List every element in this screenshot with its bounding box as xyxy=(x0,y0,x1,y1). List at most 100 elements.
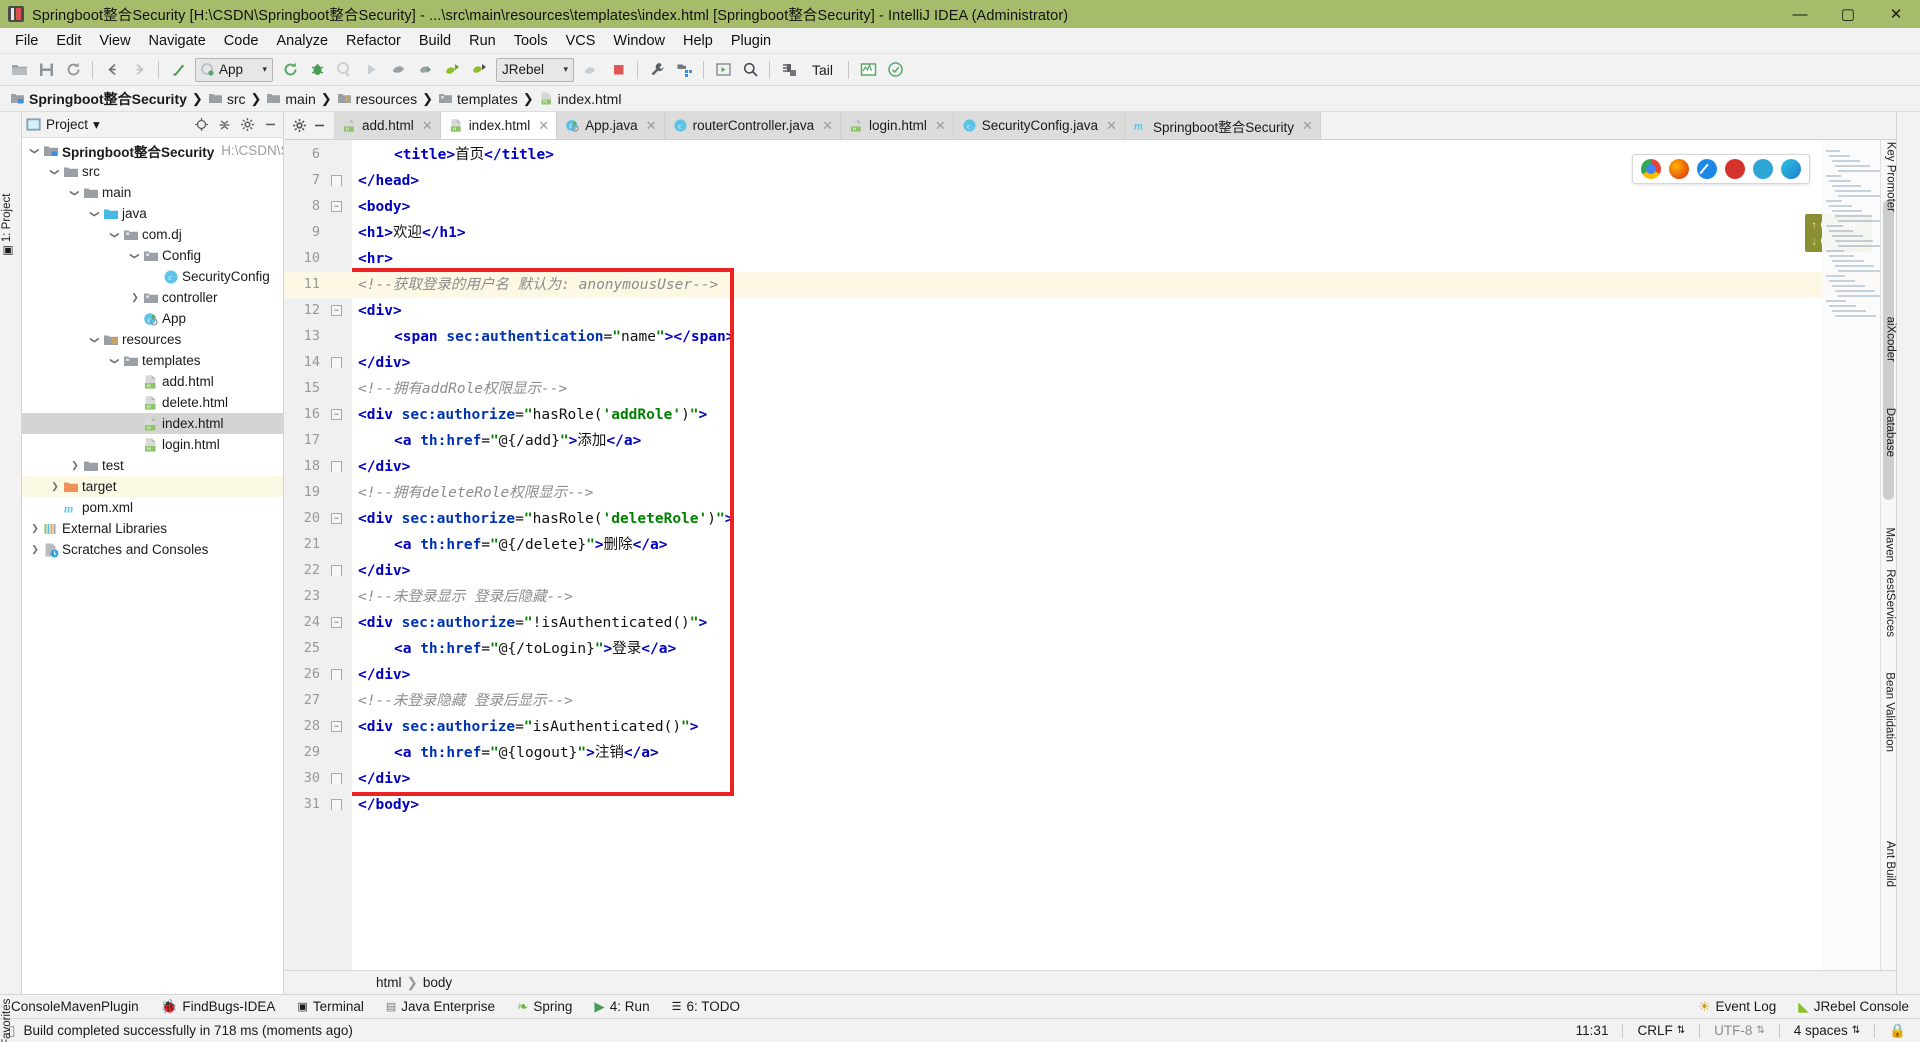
tree-node-controller[interactable]: ❯ controller xyxy=(22,287,283,308)
menu-file[interactable]: File xyxy=(6,31,47,51)
close-icon[interactable]: ✕ xyxy=(646,118,657,134)
code-line[interactable]: <title>首页</title> xyxy=(352,142,554,168)
close-icon[interactable]: ✕ xyxy=(538,118,549,134)
tree-node-springboot-security[interactable]: ❯ Springboot整合Security H:\CSDN\Sp xyxy=(22,140,284,161)
chevron-down-icon[interactable]: ❯ xyxy=(68,186,82,200)
code-line[interactable]: <div sec:authorize="hasRole('deleteRole'… xyxy=(352,506,733,532)
rail-item-ant-build[interactable]: Ant Build xyxy=(1884,841,1896,887)
jrebel-debug-icon[interactable] xyxy=(439,57,465,83)
collapse-all-icon[interactable] xyxy=(215,116,233,134)
open-folder-icon[interactable] xyxy=(6,57,32,83)
close-button[interactable]: ✕ xyxy=(1872,0,1920,28)
settings-wrench-icon[interactable] xyxy=(644,57,670,83)
code-line[interactable]: </div> xyxy=(352,766,410,792)
settings-gear-icon[interactable] xyxy=(238,116,256,134)
tree-node-com-dj[interactable]: ❯ com.dj xyxy=(22,224,283,245)
breadcrumb-item-templates[interactable]: templates xyxy=(436,90,520,108)
menu-vcs[interactable]: VCS xyxy=(557,31,605,51)
code-minimap[interactable] xyxy=(1822,140,1885,970)
tool-window-jrebel-console[interactable]: ◣ JRebel Console xyxy=(1795,998,1912,1016)
edge-icon[interactable] xyxy=(1781,159,1801,179)
code-line[interactable]: <!--拥有addRole权限显示--> xyxy=(352,376,567,402)
code-line[interactable]: <body> xyxy=(352,194,410,220)
search-everywhere-icon[interactable] xyxy=(737,57,763,83)
tree-node-test[interactable]: ❯ test xyxy=(22,455,283,476)
fold-end-icon[interactable] xyxy=(331,175,342,186)
hide-icon[interactable] xyxy=(310,117,328,135)
tool-window-run[interactable]: ▶ 4: Run xyxy=(591,998,652,1016)
chevron-right-icon[interactable]: ❯ xyxy=(28,543,42,557)
locate-icon[interactable] xyxy=(192,116,210,134)
code-line[interactable]: </div> xyxy=(352,558,410,584)
chevron-right-icon[interactable]: ❯ xyxy=(128,291,142,305)
tree-node-src[interactable]: ❯ src xyxy=(22,161,283,182)
hide-icon[interactable] xyxy=(261,116,279,134)
editor-tab-securityconfig-java[interactable]: c SecurityConfig.java ✕ xyxy=(953,112,1125,139)
menu-help[interactable]: Help xyxy=(674,31,722,51)
fold-end-icon[interactable] xyxy=(331,461,342,472)
chevron-right-icon[interactable]: ❯ xyxy=(68,459,82,473)
code-line[interactable]: <h1>欢迎</h1> xyxy=(352,220,466,246)
tool-window-java-enterprise[interactable]: ▤ Java Enterprise xyxy=(383,998,498,1015)
code-line[interactable]: <a th:href="@{/add}">添加</a> xyxy=(352,428,641,454)
run-anything-icon[interactable] xyxy=(710,57,736,83)
editor-breadcrumb-html[interactable]: html xyxy=(376,975,402,990)
fold-collapse-icon[interactable]: − xyxy=(331,721,342,732)
sync-refresh-icon[interactable] xyxy=(60,57,86,83)
tree-node-app[interactable]: c App xyxy=(22,308,283,329)
chevron-down-icon[interactable]: ❯ xyxy=(48,165,62,179)
tail-label[interactable]: Tail xyxy=(803,62,842,78)
rail-item-project[interactable]: ▣ 1: Project xyxy=(0,194,14,256)
menu-refactor[interactable]: Refactor xyxy=(337,31,410,51)
line-number-gutter[interactable]: 6 7 8−9 10 11 12−13 14 15 16−17 18 19 20−21 22 23 24−2… xyxy=(284,140,352,970)
chevron-down-icon[interactable]: ▾ xyxy=(93,117,100,133)
editor-tab-routercontroller-java[interactable]: c routerController.java ✕ xyxy=(664,112,842,139)
tree-node-login-html[interactable]: Hlogin.html xyxy=(22,434,283,455)
tool-window-todo[interactable]: ☰ 6: TODO xyxy=(669,998,743,1015)
menu-edit[interactable]: Edit xyxy=(47,31,90,51)
rail-item-rest-services[interactable]: RestServices xyxy=(1884,569,1896,637)
jrebel-configuration-selector[interactable]: JRebel ▾ xyxy=(496,57,574,82)
chevron-down-icon[interactable]: ❯ xyxy=(88,207,102,221)
close-icon[interactable]: ✕ xyxy=(935,118,946,134)
rail-item-key-promoter[interactable]: Key Promoter xyxy=(1884,142,1896,212)
fold-end-icon[interactable] xyxy=(331,773,342,784)
tool-window-event-log[interactable]: ☀ Event Log xyxy=(1695,998,1779,1016)
tree-node-config[interactable]: ❯ Config xyxy=(22,245,283,266)
code-line[interactable]: <hr> xyxy=(352,246,393,272)
chevron-right-icon[interactable]: ❯ xyxy=(28,522,42,536)
settings-gear-icon[interactable] xyxy=(290,117,308,135)
check-circle-icon[interactable] xyxy=(882,57,908,83)
code-line[interactable]: <div sec:authorize="!isAuthenticated()"> xyxy=(352,610,707,636)
ie-icon[interactable] xyxy=(1753,159,1773,179)
code-line[interactable]: <!--未登录隐藏 登录后显示--> xyxy=(352,688,573,714)
encoding-selector[interactable]: UTF-8 ⇅ xyxy=(1708,1023,1771,1038)
tree-node-delete-html[interactable]: Hdelete.html xyxy=(22,392,283,413)
fold-end-icon[interactable] xyxy=(331,669,342,680)
fold-collapse-icon[interactable]: − xyxy=(331,617,342,628)
rail-item-database[interactable]: Database xyxy=(1884,408,1896,457)
editor-tab-app-java[interactable]: c App.java ✕ xyxy=(557,112,665,139)
menu-plugin[interactable]: Plugin xyxy=(722,31,780,51)
editor-tab-add-html[interactable]: Hadd.html ✕ xyxy=(334,112,441,139)
menu-tools[interactable]: Tools xyxy=(505,31,557,51)
menu-view[interactable]: View xyxy=(90,31,139,51)
menu-run[interactable]: Run xyxy=(460,31,505,51)
close-icon[interactable]: ✕ xyxy=(822,118,833,134)
rerun-icon[interactable] xyxy=(277,57,303,83)
breadcrumb-item-file[interactable]: H index.html xyxy=(537,90,624,108)
jrebel-run-icon[interactable] xyxy=(412,57,438,83)
back-arrow-icon[interactable] xyxy=(99,57,125,83)
firefox-icon[interactable] xyxy=(1669,159,1689,179)
code-editor[interactable]: 6 7 8−9 10 11 12−13 14 15 16−17 18 19 20−21 22 23 24−2… xyxy=(284,140,1896,970)
project-tree[interactable]: ❯Springboot整合SecurityH:\CSDN\Sp❯src❯main… xyxy=(22,138,283,994)
breadcrumb-item-main[interactable]: main xyxy=(264,90,317,108)
forward-arrow-icon[interactable] xyxy=(126,57,152,83)
monitor-chart-icon[interactable] xyxy=(855,57,881,83)
maximize-button[interactable]: ▢ xyxy=(1824,0,1872,28)
editor-tab-login-html[interactable]: Hlogin.html ✕ xyxy=(841,112,954,139)
tree-node-external-libraries[interactable]: ❯ External Libraries xyxy=(22,518,283,539)
code-line[interactable]: </head> xyxy=(352,168,419,194)
tool-window-terminal[interactable]: ▣ Terminal xyxy=(294,998,366,1015)
tree-node-templates[interactable]: ❯ templates xyxy=(22,350,283,371)
